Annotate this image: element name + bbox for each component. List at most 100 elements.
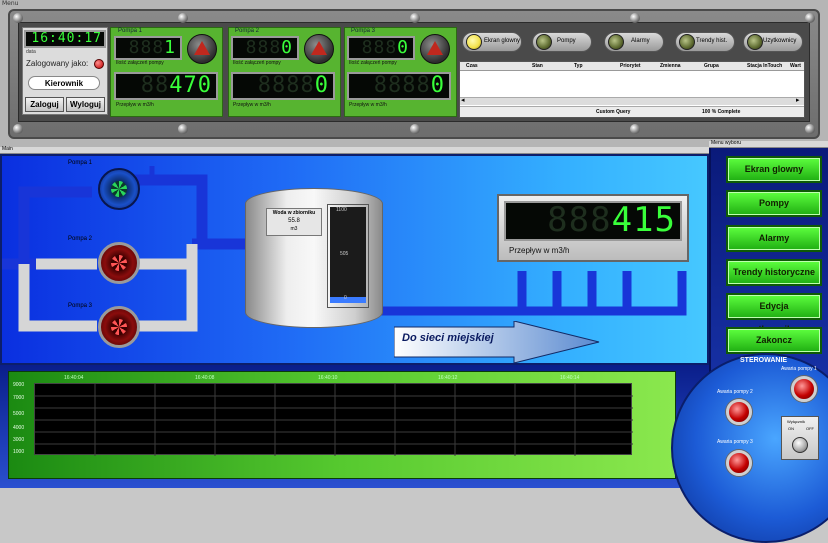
main-window-title: Main [2,146,13,152]
tank-label: Woda w zbiorniku [272,210,316,216]
window-title: Menu [2,0,19,7]
status-bar: Custom Query 100 % Complete [460,106,804,117]
pump-flow-display: 88470 [114,72,218,100]
column-header[interactable]: Typ [574,63,583,69]
warning-triangle-icon [427,41,443,55]
side-button-trends[interactable]: Trendy historyczne [726,259,822,286]
pump-label: Pompa 1 [68,160,93,166]
column-header[interactable]: Czas [466,63,478,69]
key-icon [792,437,808,453]
lamp-icon [536,34,552,50]
city-label: Do sieci miejskiej [402,332,494,344]
pump-1-icon[interactable] [98,168,140,210]
current-user-field: Kierownik [28,76,100,90]
trend-grid [35,384,633,456]
pump-2-fault-button[interactable] [726,399,752,425]
pump-panel-title: Pompa 1 [118,28,143,34]
lamp-icon [466,34,482,50]
logged-as-label: Zalogowany jako: [26,59,89,68]
trend-time-label: 16:40:04 [64,375,84,381]
trend-y-label: 7000 [13,395,25,401]
side-button-pumps[interactable]: Pompy [726,190,822,217]
column-header[interactable]: Priorytet [620,63,641,69]
alarm-label: Awaria pompy 2 [717,389,753,395]
progress-status: 100 % Complete [702,109,741,115]
nav-button-trends[interactable]: Trendy hist. [675,32,735,52]
query-status: Custom Query [596,109,631,115]
trend-y-label: 5000 [13,411,25,417]
alarm-label: Awaria pompy 1 [781,366,817,372]
pump-flow-label: Przepływ w m3/h [233,102,271,108]
main-window-titlebar: Main [0,146,709,154]
screw-icon [178,13,188,23]
login-button[interactable]: Zaloguj [25,97,64,112]
tank-value: 55.8 [288,218,300,224]
screw-icon [13,13,23,23]
gauge-tick: 0 [344,295,347,301]
pump-3-fault-button[interactable] [726,450,752,476]
pump-starts-label: Ilość załączeń pompy [116,60,164,66]
tank-level-gauge: 1100 505 0 [327,204,369,308]
column-header[interactable]: Wart [790,63,801,69]
pump-2-icon[interactable] [98,242,140,284]
nav-button-pumps[interactable]: Pompy [532,32,592,52]
nav-button-main[interactable]: Ekran glowny [462,32,522,52]
control-title: STEROWANIE [740,357,788,364]
clock-date: data [26,49,36,55]
pump-alarm-button[interactable] [187,34,217,64]
trend-time-label: 16:40:08 [195,375,215,381]
nav-button-users[interactable]: Uzytkownicy [743,32,803,52]
flow-meter: 888415 Przepływ w m3/h [497,194,689,262]
pump-flow-label: Przepływ w m3/h [349,102,387,108]
pump-starts-display: 8880 [347,36,415,60]
column-header[interactable]: Grupa [704,63,719,69]
side-button-users[interactable]: Edycja uzytkownikow [726,293,822,334]
pump-3-icon[interactable] [98,306,140,348]
switch-label: Wyłącznik [787,419,805,424]
logout-button[interactable]: Wyloguj [66,97,105,112]
trend-time-label: 16:40:12 [438,375,458,381]
side-title: Menu wyboru [711,140,742,146]
alarm-label: Awaria pompy 3 [717,439,753,445]
impeller-icon [111,181,127,197]
switch-off-label: OFF [806,426,814,431]
scroll-right-icon[interactable]: ▸ [796,96,800,104]
switch-on-label: ON [788,426,794,431]
side-button-main[interactable]: Ekran glowny [726,156,822,183]
pump-flow-label: Przepływ w m3/h [116,102,154,108]
side-menu: Ekran glowny Pompy Alarmy Trendy history… [671,148,828,543]
side-button-alarms[interactable]: Alarmy [726,225,822,252]
gauge-tick: 505 [340,251,349,257]
trend-y-label: 3000 [13,437,25,443]
status-led-icon [94,59,104,69]
pump-1-fault-button[interactable] [791,376,817,402]
side-button-exit[interactable]: Zakoncz [726,327,822,354]
pump-alarm-button[interactable] [420,34,450,64]
column-header[interactable]: Stan [532,63,543,69]
column-header[interactable]: Stacja lnTouch [747,63,782,69]
screw-icon [13,124,23,134]
screw-icon [805,13,815,23]
trend-chart [34,383,633,456]
pump-label: Pompa 3 [68,303,93,309]
lamp-icon [679,34,695,50]
main-switch[interactable]: Wyłącznik ON OFF [781,416,819,460]
column-header[interactable]: Zmienna [660,63,681,69]
pump-panel-title: Pompa 3 [351,28,376,34]
warning-triangle-icon [194,41,210,55]
impeller-icon [111,255,127,271]
scroll-left-icon[interactable]: ◂ [461,96,465,104]
impeller-icon [111,319,127,335]
trend-y-label: 4000 [13,425,25,431]
warning-triangle-icon [311,41,327,55]
trend-time-label: 16:40:10 [318,375,338,381]
nav-button-alarms[interactable]: Alarmy [604,32,664,52]
horizontal-scrollbar[interactable]: ◂ ▸ [460,96,804,105]
alarm-table: Czas Stan Typ Priorytet Zmienna Grupa St… [459,61,805,118]
trend-y-label: 9000 [13,382,25,388]
pump-alarm-button[interactable] [304,34,334,64]
lamp-icon [608,34,624,50]
pump-flow-display: 88880 [231,72,335,100]
screw-icon [410,124,420,134]
gauge-tick: 1100 [336,207,347,213]
